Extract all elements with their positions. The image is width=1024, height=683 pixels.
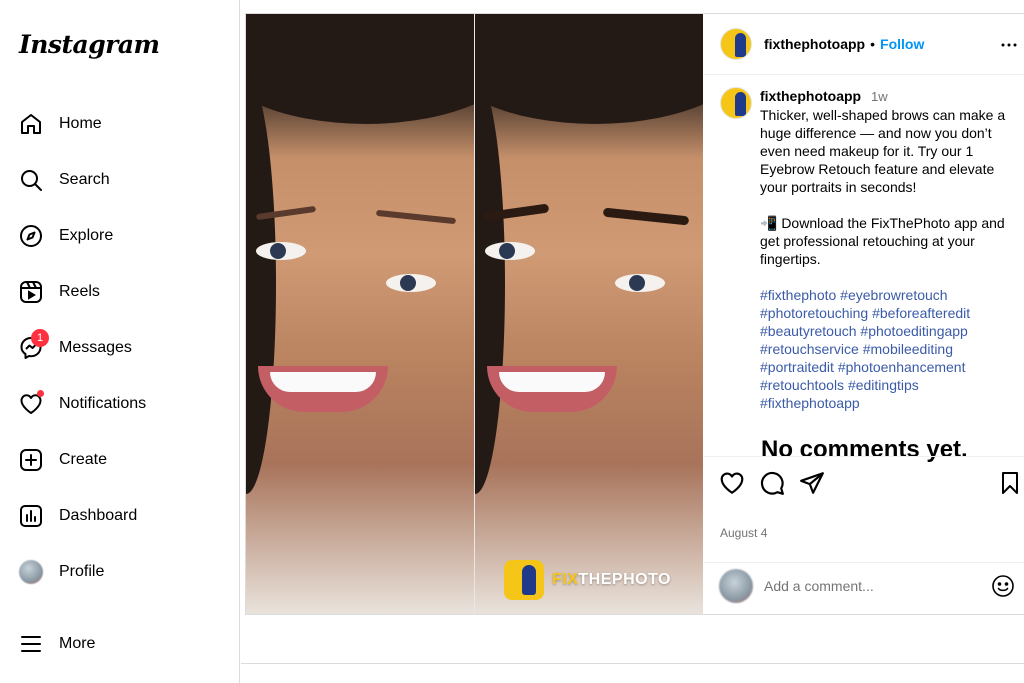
caption-timestamp[interactable]: 1w (871, 89, 888, 104)
sidebar-item-label: Explore (59, 227, 114, 244)
more-options-icon[interactable] (1000, 36, 1018, 59)
sidebar-item-label: Dashboard (59, 507, 138, 524)
post-date[interactable]: August 4 (720, 526, 767, 540)
share-icon[interactable] (799, 470, 825, 496)
post-image[interactable]: FIXTHEPHOTO (246, 14, 703, 614)
search-icon (18, 167, 44, 193)
after-image (475, 14, 703, 614)
hashtags[interactable]: #fixthephoto #eyebrowretouch #photoretou… (760, 286, 1010, 412)
hair (475, 14, 703, 124)
instagram-logo[interactable]: Instagram (19, 30, 160, 59)
plus-square-icon (18, 447, 44, 473)
post-modal: FIXTHEPHOTO fixthephotoapp • Follow fixt… (245, 13, 1024, 615)
caption-avatar[interactable] (720, 87, 752, 119)
fixthephoto-logo-icon (504, 560, 544, 600)
eyebrow (602, 207, 690, 226)
author-username[interactable]: fixthephotoapp (764, 36, 865, 52)
sidebar-item-search[interactable]: Search (18, 164, 110, 196)
notification-dot (37, 390, 44, 397)
sidebar-item-label: More (59, 635, 96, 652)
sidebar-item-messages[interactable]: 1 Messages (18, 329, 132, 364)
comment-input[interactable] (764, 578, 974, 594)
sidebar-item-label: Search (59, 171, 110, 188)
avatar-wrap (18, 559, 44, 585)
sidebar-item-home[interactable]: Home (18, 108, 102, 140)
home-icon (18, 111, 44, 137)
split-divider (474, 14, 475, 614)
caption-body: fixthephotoapp 1w Thicker, well-shaped b… (760, 87, 1010, 430)
eye (256, 242, 306, 260)
eye (485, 242, 535, 260)
compass-icon (18, 223, 44, 249)
sidebar-item-label: Reels (59, 283, 100, 300)
mouth (258, 366, 388, 412)
sidebar-item-label: Notifications (59, 395, 147, 412)
save-icon[interactable] (998, 470, 1024, 496)
hair (246, 74, 276, 494)
like-icon[interactable] (719, 470, 745, 496)
menu-icon (18, 631, 44, 657)
comment-icon[interactable] (759, 470, 785, 496)
emoji-icon[interactable] (991, 574, 1015, 603)
post-sidebar: fixthephotoapp • Follow fixthephotoapp 1… (704, 14, 1024, 614)
hair (475, 74, 505, 494)
sidebar-item-more[interactable]: More (18, 628, 95, 660)
sidebar-item-create[interactable]: Create (18, 444, 107, 476)
reels-icon (18, 279, 44, 305)
sidebar-item-label: Profile (59, 563, 105, 580)
separator-dot: • (870, 36, 876, 52)
footer-divider (241, 663, 1024, 664)
eye (386, 274, 436, 292)
sidebar-item-label: Create (59, 451, 108, 468)
comment-bar (704, 562, 1024, 614)
user-avatar (719, 569, 753, 603)
sidebar-item-profile[interactable]: Profile (18, 556, 104, 588)
author-avatar[interactable] (720, 28, 752, 60)
hair (246, 14, 474, 124)
messages-badge: 1 (31, 329, 49, 347)
caption-text-1: Thicker, well-shaped brows can make a hu… (760, 107, 1006, 195)
sidebar-item-reels[interactable]: Reels (18, 276, 100, 308)
eyebrow (375, 209, 457, 225)
messenger-icon: 1 (18, 329, 49, 361)
sidebar-item-notifications[interactable]: Notifications (18, 388, 146, 420)
mouth (487, 366, 617, 412)
sidebar-item-label: Messages (59, 339, 132, 356)
sidebar-item-label: Home (59, 115, 102, 132)
actions-divider (704, 456, 1024, 457)
eye (615, 274, 665, 292)
sidebar-item-explore[interactable]: Explore (18, 220, 113, 252)
post-header: fixthephotoapp • Follow (704, 14, 1024, 75)
fixthephoto-watermark: FIXTHEPHOTO (504, 560, 671, 600)
dashboard-icon (18, 503, 44, 529)
sidebar: Instagram Home Search Explore Reels 1 Me… (0, 0, 240, 683)
caption-text-2: 📲 Download the FixThePhoto app and get p… (760, 215, 1005, 267)
caption-username[interactable]: fixthephotoapp (760, 88, 861, 104)
sidebar-item-dashboard[interactable]: Dashboard (18, 500, 137, 532)
no-comments-text: No comments yet. (761, 436, 968, 463)
avatar (19, 560, 43, 584)
before-image (246, 14, 474, 614)
watermark-text: FIXTHEPHOTO (552, 571, 671, 588)
follow-button[interactable]: Follow (880, 36, 924, 52)
heart-icon (18, 390, 44, 417)
